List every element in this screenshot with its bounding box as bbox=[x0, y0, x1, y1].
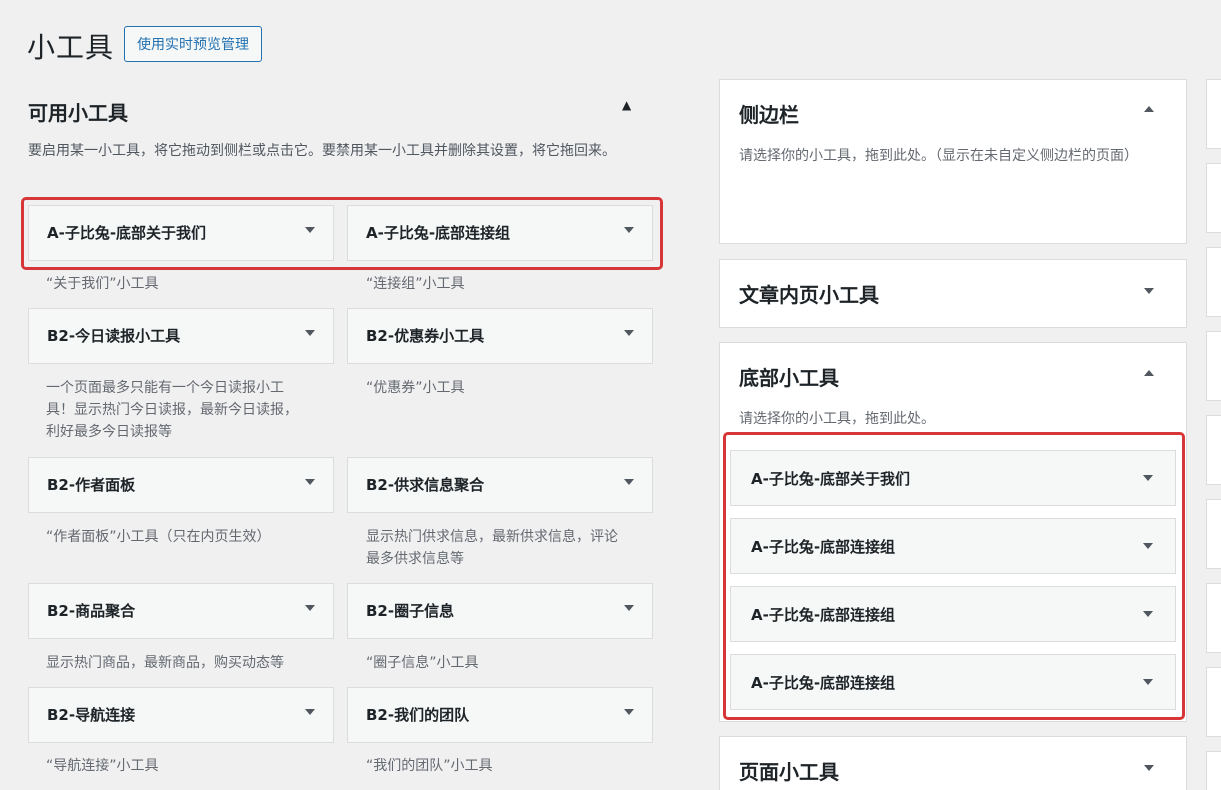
sidebar-title[interactable]: 底部小工具 bbox=[739, 343, 839, 413]
widget-title: B2-今日读报小工具 bbox=[47, 327, 181, 345]
widget-title: A-子比兔-底部关于我们 bbox=[47, 224, 207, 242]
widget-description: “关于我们”小工具 bbox=[46, 276, 159, 292]
widget-title: A-子比兔-底部连接组 bbox=[751, 606, 896, 624]
available-widgets-description: 要启用某一小工具，将它拖动到侧栏或点击它。要禁用某一小工具并删除其设置，将它拖回… bbox=[28, 143, 616, 159]
widget-title: A-子比兔-底部连接组 bbox=[366, 224, 511, 242]
sidebar-panel: 底部小工具 请选择你的小工具，拖到此处。 A-子比兔-底部关于我们 A-子比兔-… bbox=[719, 342, 1187, 722]
widget-item[interactable]: B2-我们的团队 bbox=[347, 687, 653, 743]
widget-item[interactable]: B2-商品聚合 bbox=[28, 583, 334, 639]
chevron-down-icon[interactable] bbox=[305, 479, 315, 485]
widget-item[interactable]: B2-导航连接 bbox=[28, 687, 334, 743]
available-widgets-collapse-icon[interactable]: ▲ bbox=[622, 98, 631, 112]
widget-description: “导航连接”小工具 bbox=[46, 758, 159, 774]
chevron-down-icon[interactable] bbox=[305, 330, 315, 336]
widget-description: “优惠券”小工具 bbox=[366, 380, 465, 396]
widget-item[interactable]: B2-今日读报小工具 bbox=[28, 308, 334, 364]
widget-title: B2-优惠券小工具 bbox=[366, 327, 485, 345]
chevron-up-icon[interactable] bbox=[1144, 106, 1154, 112]
widget-description: “作者面板”小工具（只在内页生效） bbox=[46, 529, 271, 545]
available-widgets-title: 可用小工具 bbox=[28, 101, 128, 125]
widget-description: “圈子信息”小工具 bbox=[366, 655, 479, 671]
sidebar-description: 请选择你的小工具，拖到此处。（显示在未自定义侧边栏的页面） bbox=[739, 148, 1138, 164]
chevron-down-icon[interactable] bbox=[1144, 765, 1154, 771]
widget-title: B2-我们的团队 bbox=[366, 706, 470, 724]
sidebar-widget[interactable]: A-子比兔-底部关于我们 bbox=[730, 450, 1176, 506]
sidebar-panel: 文章内页小工具 bbox=[719, 259, 1187, 328]
sidebar-panel-edge bbox=[1206, 331, 1221, 401]
chevron-down-icon[interactable] bbox=[1143, 475, 1153, 481]
widget-title: A-子比兔-底部关于我们 bbox=[751, 470, 911, 488]
widget-item[interactable]: B2-优惠券小工具 bbox=[347, 308, 653, 364]
widget-title: B2-商品聚合 bbox=[47, 602, 136, 620]
widget-title: B2-导航连接 bbox=[47, 706, 136, 724]
sidebar-panel: 页面小工具 bbox=[719, 736, 1187, 790]
widget-item[interactable]: A-子比兔-底部连接组 bbox=[347, 205, 653, 261]
chevron-down-icon[interactable] bbox=[624, 227, 634, 233]
sidebar-panel-edge bbox=[1206, 499, 1221, 569]
chevron-down-icon[interactable] bbox=[624, 605, 634, 611]
live-preview-button[interactable]: 使用实时预览管理 bbox=[124, 26, 262, 62]
widget-title: A-子比兔-底部连接组 bbox=[751, 538, 896, 556]
sidebar-panel-edge bbox=[1206, 163, 1221, 233]
chevron-down-icon[interactable] bbox=[305, 227, 315, 233]
widget-item[interactable]: B2-圈子信息 bbox=[347, 583, 653, 639]
chevron-down-icon[interactable] bbox=[624, 709, 634, 715]
chevron-down-icon[interactable] bbox=[305, 709, 315, 715]
widget-title: B2-供求信息聚合 bbox=[366, 476, 485, 494]
chevron-up-icon[interactable] bbox=[1144, 370, 1154, 376]
sidebar-widget[interactable]: A-子比兔-底部连接组 bbox=[730, 654, 1176, 710]
chevron-down-icon[interactable] bbox=[624, 330, 634, 336]
sidebar-title[interactable]: 侧边栏 bbox=[739, 80, 799, 150]
chevron-down-icon[interactable] bbox=[305, 605, 315, 611]
sidebar-panel-edge bbox=[1206, 415, 1221, 485]
sidebar-panel: 侧边栏 请选择你的小工具，拖到此处。（显示在未自定义侧边栏的页面） bbox=[719, 79, 1187, 244]
sidebar-title[interactable]: 页面小工具 bbox=[739, 737, 839, 790]
widget-title: B2-圈子信息 bbox=[366, 602, 455, 620]
sidebar-panel-edge bbox=[1206, 583, 1221, 653]
widget-description: 显示热门商品，最新商品，购买动态等 bbox=[46, 655, 284, 671]
widget-item[interactable]: B2-供求信息聚合 bbox=[347, 457, 653, 513]
sidebar-widget[interactable]: A-子比兔-底部连接组 bbox=[730, 518, 1176, 574]
sidebar-widget[interactable]: A-子比兔-底部连接组 bbox=[730, 586, 1176, 642]
page-title: 小工具 bbox=[27, 31, 115, 64]
sidebar-panel-edge bbox=[1206, 79, 1221, 149]
sidebar-title[interactable]: 文章内页小工具 bbox=[739, 260, 879, 330]
chevron-down-icon[interactable] bbox=[1143, 611, 1153, 617]
chevron-down-icon[interactable] bbox=[1144, 288, 1154, 294]
sidebar-panel-edge bbox=[1206, 751, 1221, 790]
sidebar-panel-edge bbox=[1206, 247, 1221, 317]
sidebar-description: 请选择你的小工具，拖到此处。 bbox=[739, 411, 935, 427]
widget-title: B2-作者面板 bbox=[47, 476, 136, 494]
chevron-down-icon[interactable] bbox=[624, 479, 634, 485]
sidebar-panel-edge bbox=[1206, 667, 1221, 737]
widget-item[interactable]: A-子比兔-底部关于我们 bbox=[28, 205, 334, 261]
widget-item[interactable]: B2-作者面板 bbox=[28, 457, 334, 513]
widget-description: 一个页面最多只能有一个今日读报小工具！显示热门今日读报，最新今日读报，利好最多今… bbox=[46, 380, 298, 440]
widget-title: A-子比兔-底部连接组 bbox=[751, 674, 896, 692]
widget-description: “我们的团队”小工具 bbox=[366, 758, 493, 774]
widget-description: 显示热门供求信息，最新供求信息，评论最多供求信息等 bbox=[366, 529, 618, 567]
widget-description: “连接组”小工具 bbox=[366, 276, 465, 292]
chevron-down-icon[interactable] bbox=[1143, 679, 1153, 685]
chevron-down-icon[interactable] bbox=[1143, 543, 1153, 549]
